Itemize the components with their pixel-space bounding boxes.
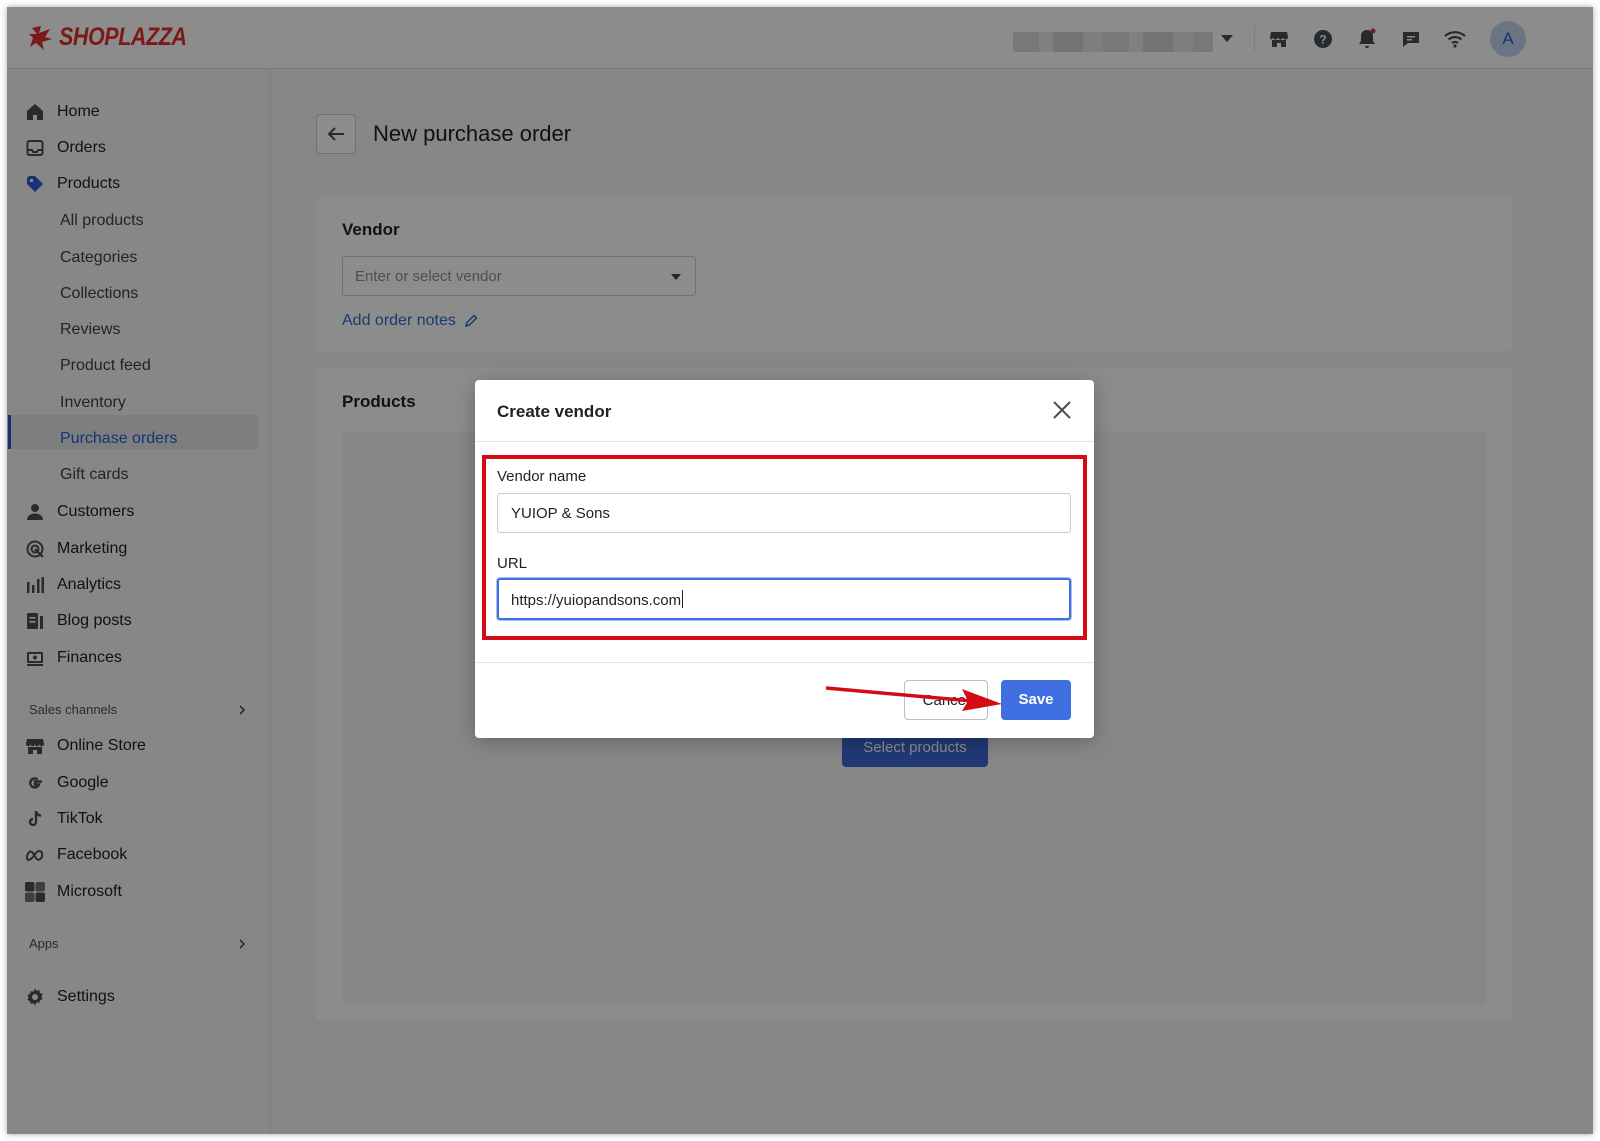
highlight-box [482, 455, 1087, 640]
save-button[interactable]: Save [1001, 680, 1071, 720]
red-arrow-annotation [825, 686, 1002, 711]
dialog-title: Create vendor [497, 402, 612, 421]
app-window: SHOPLAZZA ? A Home Orders Products All p… [7, 7, 1593, 1134]
dialog-header: Create vendor [475, 380, 1094, 442]
close-icon[interactable] [1050, 398, 1074, 422]
